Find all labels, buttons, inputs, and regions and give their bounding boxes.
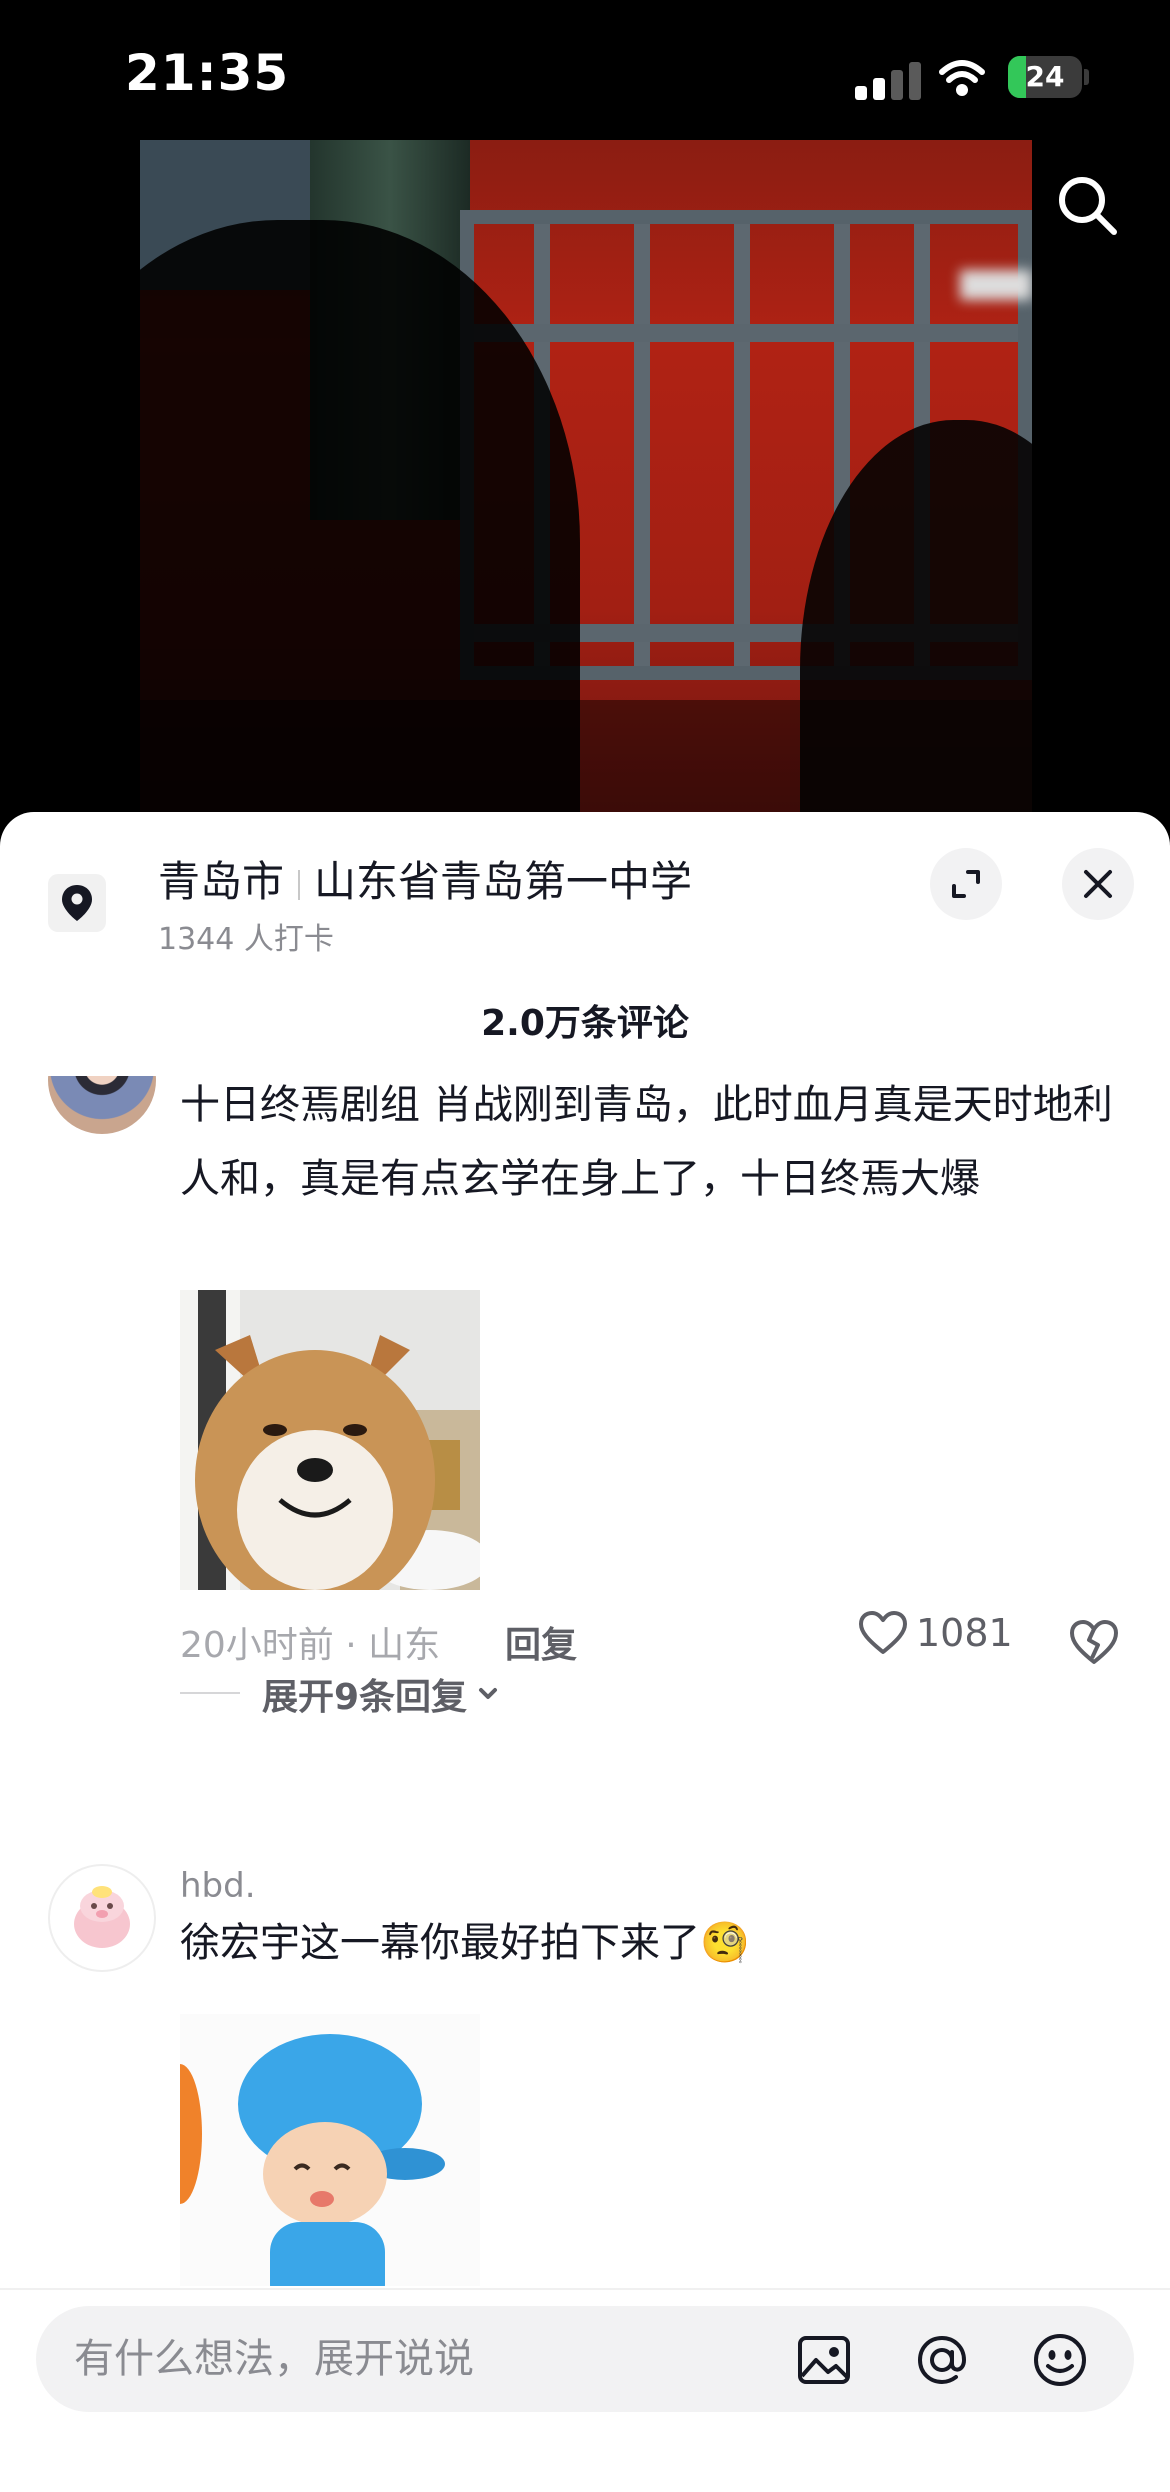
- comment-text[interactable]: 十日终焉剧组 肖战刚到青岛，此时血月真是天时地利人和，真是有点玄学在身上了，十日…: [180, 1076, 1130, 1216]
- location-pin-icon: [48, 874, 106, 932]
- video-player[interactable]: [140, 140, 1032, 812]
- like-button[interactable]: 1081: [858, 1610, 1013, 1656]
- expand-replies-label: 展开9条回复: [262, 1677, 468, 1718]
- comment-meta: 20小时前 · 山东: [180, 1625, 441, 1666]
- image-icon[interactable]: [794, 2330, 854, 2390]
- status-bar: 21:35 24: [0, 0, 1170, 140]
- comments-sheet: 青岛市 山东省青岛第一中学 1344 人打卡 2.0万条评论 十日终焉剧组 肖战刚…: [0, 812, 1170, 2492]
- avatar[interactable]: [48, 1864, 156, 1972]
- comment-input[interactable]: 有什么想法，展开说说: [36, 2306, 1134, 2412]
- comment-username[interactable]: hbd.: [180, 1866, 256, 1906]
- comment-input-placeholder: 有什么想法，展开说说: [74, 2336, 474, 2382]
- chevron-down-icon: [479, 1688, 498, 1699]
- battery-level: 24: [1025, 60, 1065, 93]
- reply-button[interactable]: 回复: [505, 1616, 577, 1668]
- comment-image[interactable]: [180, 2014, 480, 2286]
- expand-icon: [952, 870, 980, 898]
- avatar[interactable]: [48, 1076, 156, 1134]
- comment-text[interactable]: 徐宏宇这一幕你最好拍下来了🧐: [180, 1906, 1130, 1980]
- broken-heart-icon[interactable]: [1068, 1616, 1120, 1668]
- location-title[interactable]: 青岛市 山东省青岛第一中学: [158, 848, 692, 909]
- checkin-count: 1344 人打卡: [158, 922, 334, 957]
- close-icon: [1084, 870, 1112, 898]
- divider: [180, 1692, 240, 1694]
- location-place: 山东省青岛第一中学: [314, 857, 693, 906]
- expand-button[interactable]: [930, 848, 1002, 920]
- wifi-icon: [939, 60, 985, 96]
- at-icon[interactable]: [912, 2330, 972, 2390]
- emoji-icon[interactable]: [1030, 2330, 1090, 2390]
- status-time: 21:35: [125, 44, 290, 102]
- search-icon[interactable]: [1052, 170, 1122, 240]
- comment-input-bar: 有什么想法，展开说说: [0, 2288, 1170, 2492]
- signal-icon: [855, 62, 921, 100]
- comment-list[interactable]: 十日终焉剧组 肖战刚到青岛，此时血月真是天时地利人和，真是有点玄学在身上了，十日…: [0, 1076, 1170, 2286]
- comment-count: 2.0万条评论: [481, 1003, 689, 1044]
- location-city: 青岛市: [158, 857, 285, 906]
- close-button[interactable]: [1062, 848, 1134, 920]
- expand-replies-button[interactable]: 展开9条回复: [262, 1668, 503, 1720]
- battery-indicator: 24: [1008, 56, 1089, 98]
- heart-icon: [859, 1611, 907, 1654]
- comment-image[interactable]: [180, 1290, 480, 1590]
- like-count: 1081: [916, 1611, 1013, 1655]
